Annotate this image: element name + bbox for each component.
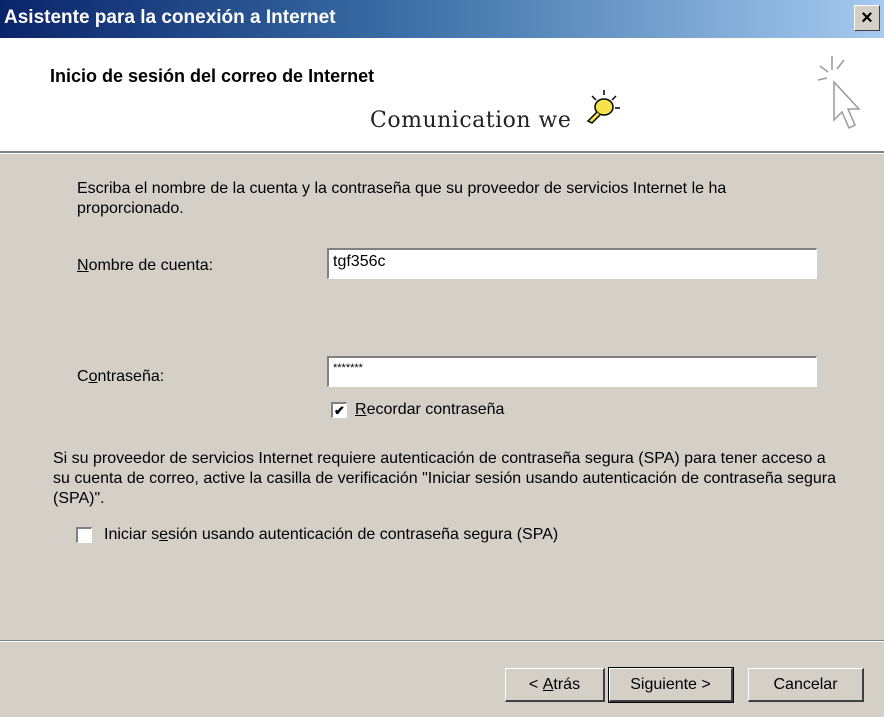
wizard-window: Asistente para la conexión a Internet × … — [0, 0, 884, 717]
label-text: ombre de cuenta: — [88, 257, 214, 274]
checkmark-icon: ✔ — [334, 403, 345, 418]
label-text: sión usando autenticación de contraseña … — [168, 526, 559, 543]
instructions-text: Escriba el nombre de la cuenta y la cont… — [77, 180, 727, 217]
title-bar[interactable]: Asistente para la conexión a Internet × — [0, 0, 884, 38]
button-text: < — [528, 675, 543, 693]
account-name-input[interactable]: tgf356c — [327, 248, 817, 279]
wizard-cursor-icon — [817, 56, 861, 130]
access-key: N — [77, 257, 89, 274]
close-button[interactable]: × — [854, 5, 880, 31]
button-text: Siguiente > — [630, 675, 711, 693]
spa-info-text: Si su proveedor de servicios Internet re… — [53, 450, 837, 507]
logo-text: Comunication we — [370, 108, 572, 133]
back-button[interactable]: < Atrás — [505, 668, 605, 702]
access-key: R — [355, 401, 367, 418]
cancel-button[interactable]: Cancelar — [748, 668, 864, 702]
button-text: trás — [553, 675, 581, 693]
footer-divider — [0, 640, 884, 642]
next-button[interactable]: Siguiente > — [608, 667, 734, 703]
account-name-value: tgf356c — [333, 253, 386, 270]
header-divider — [0, 151, 884, 154]
access-key: A — [542, 675, 554, 693]
close-icon: × — [861, 7, 873, 29]
password-input[interactable]: ******* — [327, 356, 817, 387]
password-label: Contraseña: — [77, 367, 164, 387]
account-name-label: Nombre de cuenta: — [77, 256, 213, 276]
label-text: ecordar contraseña — [366, 401, 505, 418]
remember-password-checkbox[interactable]: ✔ — [331, 402, 347, 418]
spa-checkbox[interactable] — [76, 527, 92, 543]
label-text: C — [77, 368, 89, 385]
button-text: Cancelar — [773, 675, 838, 693]
access-key: e — [159, 526, 169, 543]
label-text: ntraseña: — [97, 368, 165, 385]
wizard-header: Inicio de sesión del correo de Internet … — [0, 38, 884, 151]
window-title: Asistente para la conexión a Internet — [4, 7, 336, 28]
spa-label[interactable]: Iniciar sesión usando autenticación de c… — [104, 525, 558, 545]
label-text: Iniciar s — [104, 526, 160, 543]
remember-password-label[interactable]: Recordar contraseña — [355, 400, 504, 420]
page-title: Inicio de sesión del correo de Internet — [50, 66, 375, 86]
lightbulb-icon — [586, 90, 620, 124]
password-value: ******* — [333, 362, 363, 374]
